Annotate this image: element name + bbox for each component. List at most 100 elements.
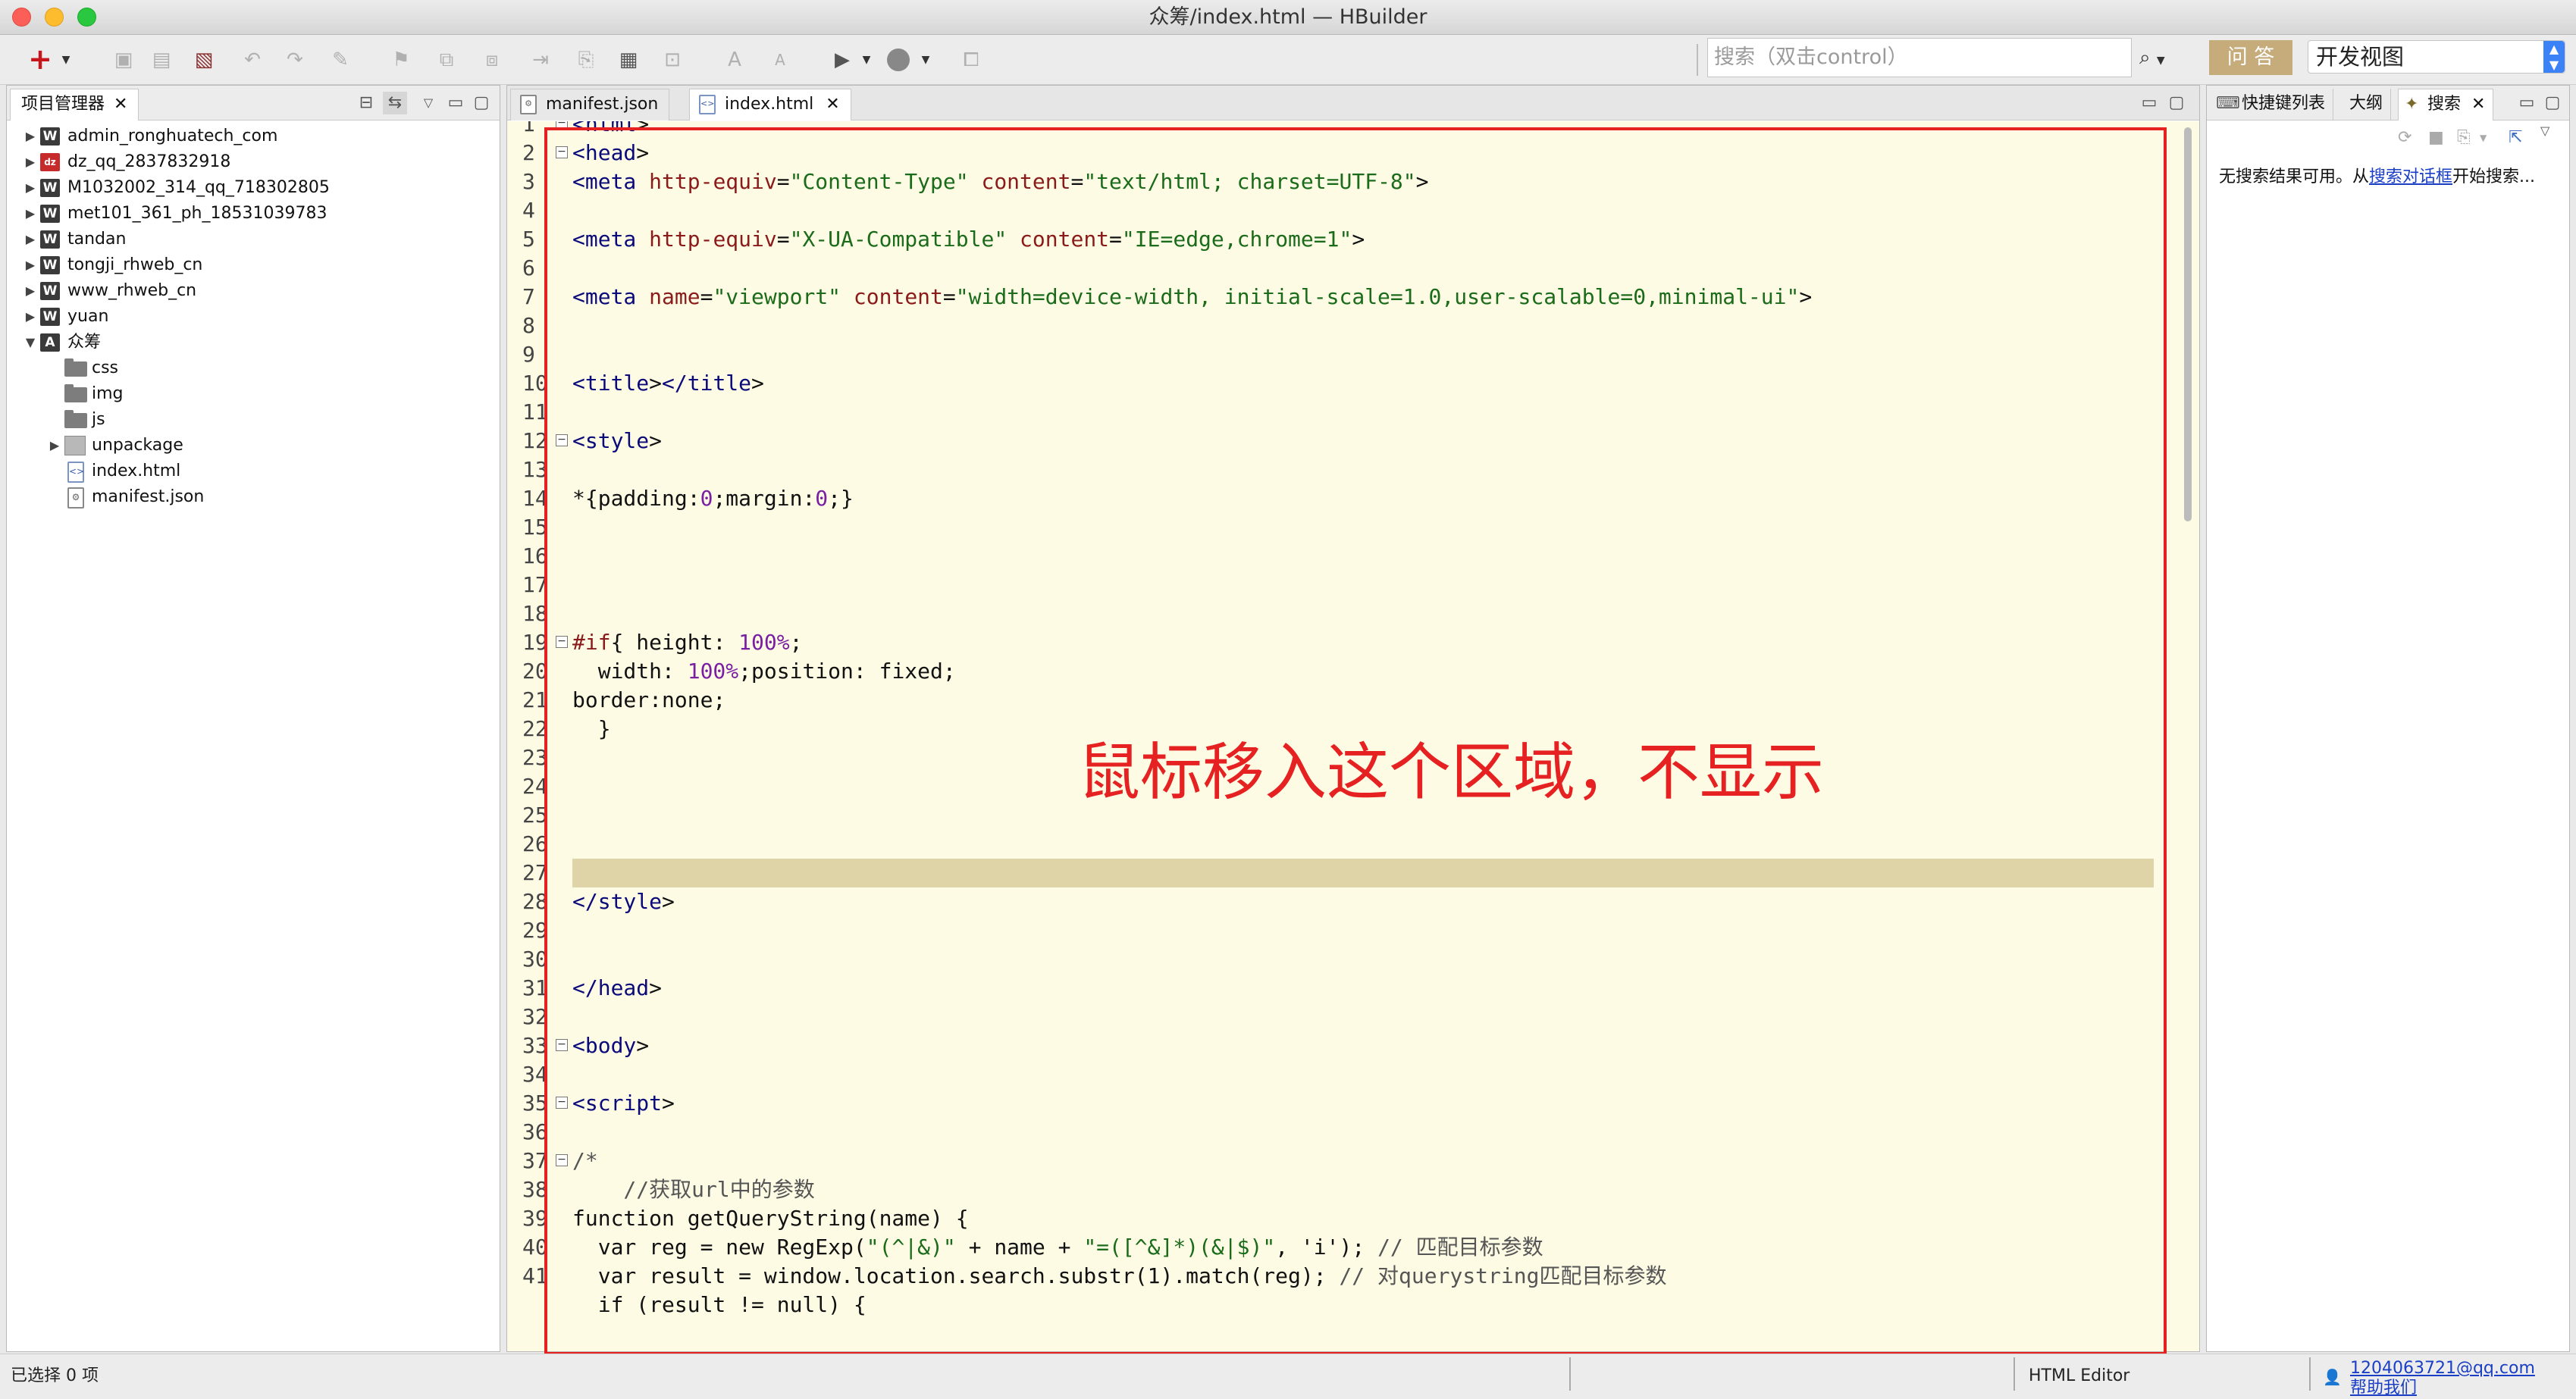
fold-toggle-icon[interactable]: − <box>556 636 568 648</box>
tab-shortcuts[interactable]: ⌨ 快捷键列表 <box>2210 89 2334 120</box>
minimize-editor-icon[interactable]: ▭ <box>2137 92 2161 114</box>
save-icon[interactable]: ▣ <box>111 47 136 73</box>
tab-manifest-json[interactable]: ⚙ manifest.json <box>510 89 670 120</box>
vertical-scrollbar[interactable] <box>2184 127 2192 521</box>
fold-toggle-icon[interactable]: − <box>556 1097 568 1109</box>
user-email[interactable]: 1204063721@qq.com <box>2350 1359 2535 1378</box>
code-line[interactable]: 35− <script> <box>507 1089 2199 1118</box>
minimize-panel-icon[interactable]: ▭ <box>2515 92 2539 114</box>
bookmark-icon[interactable]: ⚑ <box>388 47 414 73</box>
code-line[interactable]: 7 <meta name="viewport" content="width=de… <box>507 283 2199 311</box>
font-bigger-icon[interactable]: A <box>722 47 747 73</box>
code-line[interactable]: 41 var result = window.location.search.s… <box>507 1262 2199 1291</box>
chevron-right-icon[interactable]: ▶ <box>24 149 37 175</box>
chevron-right-icon[interactable]: ▶ <box>24 304 37 330</box>
code-line[interactable]: 12− <style> <box>507 427 2199 455</box>
chevron-right-icon[interactable]: ▶ <box>48 433 61 459</box>
tab-outline[interactable]: 大纲 <box>2342 89 2392 120</box>
code-line[interactable]: 17 <box>507 571 2199 599</box>
minimize-panel-icon[interactable]: ▭ <box>443 92 468 114</box>
fold-toggle-icon[interactable]: − <box>556 1039 568 1051</box>
code-line[interactable]: 14 *{padding:0;margin:0;} <box>507 484 2199 513</box>
new-dropdown-icon[interactable]: ▼ <box>59 47 73 73</box>
code-line[interactable]: 39 function getQueryString(name) { <box>507 1204 2199 1233</box>
tab-index-html[interactable]: <> index.html ✕ <box>689 89 851 120</box>
chevron-right-icon[interactable]: ▶ <box>24 227 37 252</box>
tab-search[interactable]: ✦ 搜索 ✕ <box>2398 89 2494 120</box>
code-line[interactable]: 10 <title></title> <box>507 369 2199 398</box>
run-icon[interactable]: ▶ <box>829 47 855 73</box>
tree-item[interactable]: ▶ Wyuan <box>7 304 500 330</box>
new-icon[interactable]: + <box>27 45 53 74</box>
code-line[interactable]: 28 </style> <box>507 887 2199 916</box>
tab-project-manager[interactable]: 项目管理器 ✕ <box>10 89 139 120</box>
code-line[interactable]: 31 </head> <box>507 974 2199 1003</box>
tree-item[interactable]: css <box>7 355 500 381</box>
sync-icon[interactable]: ⧠ <box>958 47 984 73</box>
tree-item[interactable]: ⚙ manifest.json <box>7 484 500 510</box>
tree-item[interactable]: ▼ A 众筹 <box>7 330 500 355</box>
code-line[interactable]: 8 <box>507 311 2199 340</box>
comment-icon[interactable]: ⎘ <box>573 47 599 73</box>
code-line[interactable]: 13 <box>507 455 2199 484</box>
fold-toggle-icon[interactable]: − <box>556 121 568 130</box>
close-icon[interactable]: ✕ <box>2471 95 2485 114</box>
redo-icon[interactable]: ↷ <box>282 47 308 73</box>
link-editor-icon[interactable]: ⇆ <box>383 92 407 114</box>
code-line[interactable]: 9 <box>507 340 2199 369</box>
code-line[interactable]: 11 <box>507 398 2199 427</box>
search-input[interactable]: 搜索（双击control） <box>1707 38 2132 77</box>
close-icon[interactable]: ✕ <box>826 95 839 114</box>
code-line[interactable]: 4 <box>507 196 2199 225</box>
code-line[interactable]: 19− #if{ height: 100%; <box>507 628 2199 657</box>
code-line[interactable]: 6 <box>507 254 2199 283</box>
code-line[interactable]: 38 //获取url中的参数 <box>507 1175 2199 1204</box>
code-line[interactable]: 27 <box>507 859 2199 887</box>
chevron-right-icon[interactable]: ▶ <box>24 175 37 201</box>
fold-toggle-icon[interactable]: − <box>556 434 568 446</box>
outline-icon[interactable]: ⧉ <box>434 47 459 73</box>
close-file-icon[interactable]: ▧ <box>191 47 217 73</box>
code-line[interactable]: 40 var reg = new RegExp("(^|&)" + name +… <box>507 1233 2199 1262</box>
help-text[interactable]: 帮助我们 <box>2350 1379 2417 1397</box>
fold-toggle-icon[interactable]: − <box>556 1154 568 1166</box>
fold-toggle-icon[interactable]: − <box>556 146 568 158</box>
view-menu-icon[interactable]: ▽ <box>416 92 440 114</box>
tree-item[interactable]: ▶ Wtandan <box>7 227 500 252</box>
code-line[interactable]: 2 − <head> <box>507 139 2199 167</box>
collapse-all-icon[interactable]: ⊟ <box>354 92 378 114</box>
wrap-icon[interactable]: ⧈ <box>479 47 505 73</box>
tree-item[interactable]: ▶ Wmet101_361_ph_18531039783 <box>7 201 500 227</box>
browser-dropdown-icon[interactable]: ▼ <box>919 47 932 73</box>
code-line[interactable]: 33− <body> <box>507 1031 2199 1060</box>
cancel-icon[interactable]: ■ <box>2428 128 2444 147</box>
code-line[interactable]: 21 border:none; <box>507 686 2199 715</box>
code-line[interactable]: 5 <meta http-equiv="X-UA-Compatible" cont… <box>507 225 2199 254</box>
maximize-editor-icon[interactable]: ▢ <box>2164 92 2189 114</box>
code-line[interactable]: 3 <meta http-equiv="Content-Type" content… <box>507 167 2199 196</box>
close-icon[interactable]: ✕ <box>114 95 127 114</box>
code-line[interactable]: 15 <box>507 513 2199 542</box>
maximize-panel-icon[interactable]: ▢ <box>469 92 494 114</box>
chevron-right-icon[interactable]: ▶ <box>24 278 37 304</box>
pin-icon[interactable]: ⇱ <box>2509 128 2522 147</box>
code-line[interactable]: 34 <box>507 1060 2199 1089</box>
code-line[interactable]: 37−/* <box>507 1147 2199 1175</box>
tree-item[interactable]: <> index.html <box>7 459 500 484</box>
history-icon[interactable]: ⎘ <box>2457 128 2471 147</box>
preview-icon[interactable]: ▦ <box>616 47 641 73</box>
chevron-right-icon[interactable]: ▶ <box>24 201 37 227</box>
code-line[interactable]: 20 width: 100%;position: fixed; <box>507 657 2199 686</box>
browser-icon[interactable] <box>887 49 910 71</box>
tree-item[interactable]: ▶ Wtongji_rhweb_cn <box>7 252 500 278</box>
undo-icon[interactable]: ↶ <box>240 47 265 73</box>
save-all-icon[interactable]: ▤ <box>149 47 174 73</box>
chevron-right-icon[interactable]: ▶ <box>24 124 37 149</box>
tree-item[interactable]: ▶ Wwww_rhweb_cn <box>7 278 500 304</box>
code-line[interactable]: 18 <box>507 599 2199 628</box>
chevron-right-icon[interactable]: ▶ <box>24 252 37 278</box>
code-line[interactable]: if (result != null) { <box>507 1291 2199 1319</box>
code-line[interactable]: 32 <box>507 1003 2199 1031</box>
chevron-down-icon[interactable]: ▼ <box>24 330 37 355</box>
refresh-icon[interactable]: ⟳ <box>2398 128 2411 147</box>
